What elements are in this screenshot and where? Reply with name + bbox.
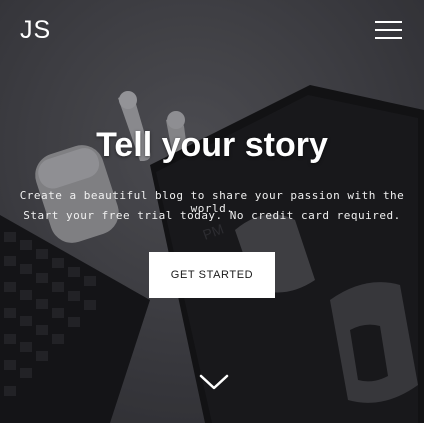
chevron-down-icon[interactable] (199, 373, 229, 391)
hero-title: Tell your story (96, 126, 328, 164)
get-started-button[interactable]: GET STARTED (149, 252, 275, 298)
hero-subtitle-line2: Start your free trial today. No credit c… (23, 209, 401, 222)
menu-bar-middle (375, 29, 402, 31)
site-logo[interactable]: JS (20, 16, 51, 45)
menu-bar-top (375, 21, 402, 23)
menu-bar-bottom (375, 37, 402, 39)
hamburger-menu-icon[interactable] (375, 21, 402, 41)
